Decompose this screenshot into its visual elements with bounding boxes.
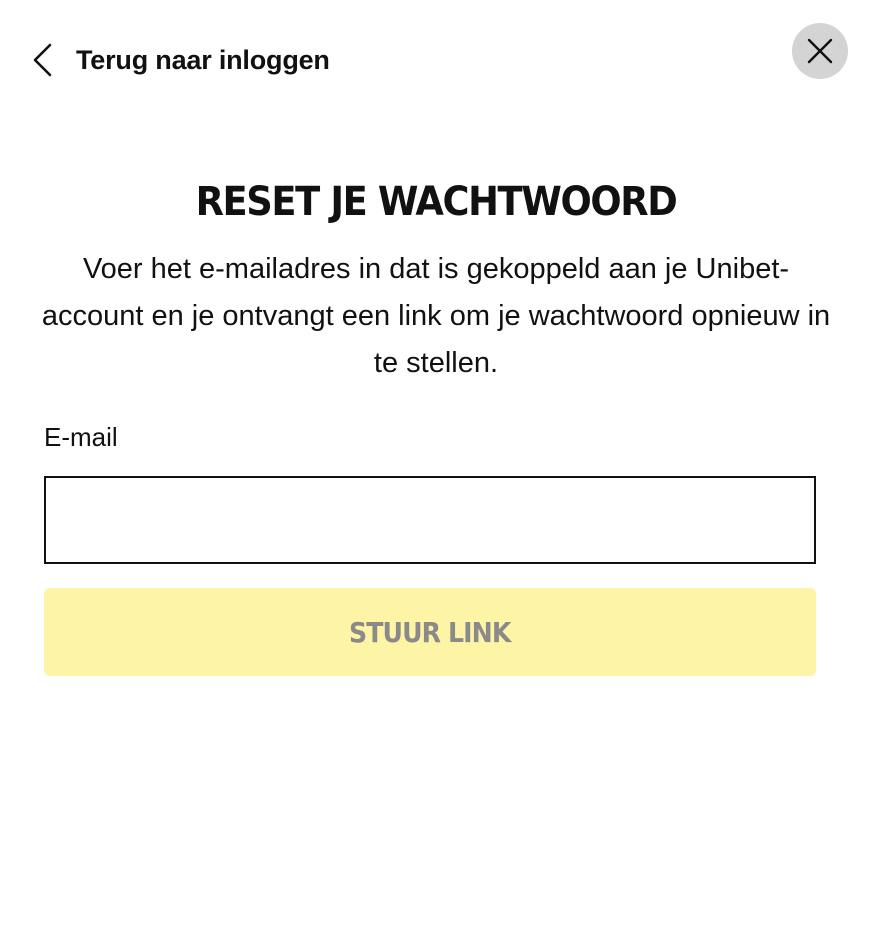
instructions-text: Voer het e-mailadres in dat is gekoppeld… (41, 253, 831, 379)
email-label: E-mail (44, 422, 118, 452)
page-title: RESET JE WACHTWOORD (195, 179, 678, 225)
reset-password-page: Terug naar inloggen RESET JE WACHTWOORD … (0, 0, 872, 948)
back-to-login-link[interactable]: Terug naar inloggen (30, 38, 330, 82)
chevron-left-icon (30, 42, 58, 78)
send-link-label: STUUR LINK (349, 615, 511, 649)
email-field[interactable] (44, 476, 816, 564)
close-icon (807, 38, 833, 64)
back-to-login-label: Terug naar inloggen (76, 44, 330, 75)
close-button[interactable] (792, 23, 848, 79)
send-link-button[interactable]: STUUR LINK (44, 588, 816, 676)
